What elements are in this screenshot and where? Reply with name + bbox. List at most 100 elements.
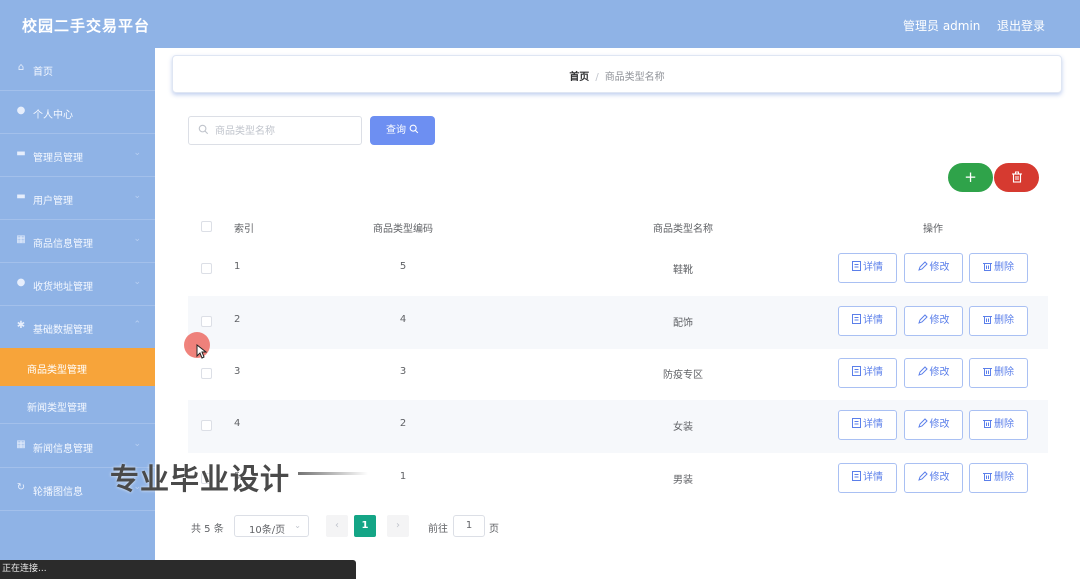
logout-link[interactable]: 退出登录 <box>997 17 1045 34</box>
pencil-icon <box>917 261 928 271</box>
sidebar-subitem-label: 新闻类型管理 <box>27 403 87 414</box>
delete-button-label: 删除 <box>994 472 1014 483</box>
edit-button[interactable]: 修改 <box>904 463 963 493</box>
delete-button-label: 删除 <box>994 367 1014 378</box>
trash-icon <box>983 263 992 271</box>
row-checkbox[interactable] <box>201 420 212 431</box>
document-icon <box>852 366 861 376</box>
sidebar-subitem-goods-type[interactable]: 商品类型管理 <box>0 348 155 386</box>
detail-button[interactable]: 详情 <box>838 306 897 336</box>
page-size-select[interactable]: 10条/页 ⌄ <box>234 515 309 537</box>
cell-code: 4 <box>399 314 407 325</box>
sidebar-item-user-mgmt[interactable]: ▬ 用户管理 ⌄ <box>0 177 155 220</box>
detail-button[interactable]: 详情 <box>838 358 897 388</box>
breadcrumb-home[interactable]: 首页 <box>569 72 589 83</box>
prev-page-button[interactable]: ‹ <box>326 515 348 537</box>
sidebar-item-label: 管理员管理 <box>33 153 83 164</box>
sidebar-item-label: 收货地址管理 <box>33 282 93 293</box>
pencil-icon <box>917 314 928 324</box>
delete-button-label: 删除 <box>994 315 1014 326</box>
delete-button[interactable]: 删除 <box>969 410 1028 440</box>
chevron-down-icon: ⌄ <box>133 191 141 201</box>
page-number-button[interactable]: 1 <box>354 515 376 537</box>
delete-button[interactable]: 删除 <box>969 358 1028 388</box>
sidebar-item-label: 轮播图信息 <box>33 487 83 498</box>
edit-button-label: 修改 <box>929 472 950 483</box>
goto-page-input[interactable]: 1 <box>453 515 485 537</box>
cell-code: 1 <box>399 471 407 482</box>
detail-button-label: 详情 <box>863 472 883 483</box>
pencil-icon <box>917 471 928 481</box>
row-checkbox[interactable] <box>201 263 212 274</box>
user-icon: ● <box>16 105 26 116</box>
sidebar-item-label: 用户管理 <box>33 196 73 207</box>
chevron-down-icon: ⌄ <box>133 439 141 449</box>
select-all-checkbox[interactable] <box>201 221 212 232</box>
cell-name: 男装 <box>673 475 693 486</box>
query-button-label: 查询 <box>386 125 406 136</box>
search-input[interactable] <box>215 123 355 139</box>
edit-button[interactable]: 修改 <box>904 253 963 283</box>
batch-delete-button[interactable] <box>994 163 1039 192</box>
home-icon: ⌂ <box>17 62 25 73</box>
plus-icon: + <box>964 168 977 186</box>
document-icon <box>852 314 861 324</box>
sidebar-item-admin-mgmt[interactable]: ▬ 管理员管理 ⌄ <box>0 134 155 177</box>
sidebar-item-label: 基础数据管理 <box>33 325 93 336</box>
cell-code: 2 <box>399 418 407 429</box>
sidebar-item-address-mgmt[interactable]: ● 收货地址管理 ⌄ <box>0 263 155 306</box>
query-button[interactable]: 查询 <box>370 116 435 145</box>
trash-icon <box>983 420 992 428</box>
cell-name: 防疫专区 <box>663 370 703 381</box>
chevron-down-icon: ⌄ <box>133 148 141 158</box>
cell-code: 3 <box>399 366 407 377</box>
add-button[interactable]: + <box>948 163 993 192</box>
watermark-line <box>298 472 368 475</box>
cell-name: 鞋靴 <box>673 265 693 276</box>
table-row: 1 5 鞋靴 详情 修改 删除 <box>188 243 1048 296</box>
edit-button-label: 修改 <box>929 419 950 430</box>
delete-button-label: 删除 <box>994 262 1014 273</box>
sidebar-item-base-data[interactable]: ✱ 基础数据管理 ⌃ <box>0 306 155 349</box>
row-checkbox[interactable] <box>201 368 212 379</box>
detail-button[interactable]: 详情 <box>838 253 897 283</box>
next-page-button[interactable]: › <box>387 515 409 537</box>
trash-icon <box>1011 171 1022 183</box>
sidebar-subitem-label: 商品类型管理 <box>27 365 87 376</box>
detail-button-label: 详情 <box>863 262 883 273</box>
breadcrumb-current: 商品类型名称 <box>604 72 665 83</box>
detail-button-label: 详情 <box>863 367 883 378</box>
sidebar-item-goods-mgmt[interactable]: ▦ 商品信息管理 ⌄ <box>0 220 155 263</box>
table-row: 3 3 防疫专区 详情 修改 删除 <box>188 348 1048 401</box>
edit-button[interactable]: 修改 <box>904 306 963 336</box>
edit-button[interactable]: 修改 <box>904 410 963 440</box>
gear-icon: ✱ <box>16 320 26 331</box>
pencil-icon <box>917 366 928 376</box>
chevron-down-icon: ⌄ <box>294 521 301 530</box>
search-field[interactable] <box>188 116 362 145</box>
delete-button[interactable]: 删除 <box>969 463 1028 493</box>
sidebar-item-label: 首页 <box>33 67 53 78</box>
table-row: 5 1 男装 详情 修改 删除 <box>188 453 1048 506</box>
sidebar-item-home[interactable]: ⌂ 首页 <box>0 48 155 91</box>
detail-button-label: 详情 <box>863 419 883 430</box>
page-unit-label: 页 <box>489 524 499 535</box>
breadcrumb-card: 首页 / 商品类型名称 <box>172 55 1062 93</box>
search-icon <box>409 124 419 134</box>
edit-button[interactable]: 修改 <box>904 358 963 388</box>
sidebar-subitem-news-type[interactable]: 新闻类型管理 <box>0 386 155 424</box>
sidebar-item-profile[interactable]: ● 个人中心 <box>0 91 155 134</box>
sidebar: ⌂ 首页 ● 个人中心 ▬ 管理员管理 ⌄ ▬ 用户管理 ⌄ ▦ 商品信息管理 … <box>0 48 155 579</box>
delete-button[interactable]: 删除 <box>969 306 1028 336</box>
pencil-icon <box>917 418 928 428</box>
admin-user-label: 管理员 admin <box>903 19 981 33</box>
row-checkbox[interactable] <box>201 316 212 327</box>
detail-button[interactable]: 详情 <box>838 410 897 440</box>
table-row: 4 2 女装 详情 修改 删除 <box>188 400 1048 453</box>
detail-button[interactable]: 详情 <box>838 463 897 493</box>
delete-button[interactable]: 删除 <box>969 253 1028 283</box>
column-header-code: 商品类型编码 <box>373 224 433 235</box>
chevron-down-icon: ⌄ <box>133 234 141 244</box>
trash-icon <box>983 473 992 481</box>
edit-button-label: 修改 <box>929 315 950 326</box>
